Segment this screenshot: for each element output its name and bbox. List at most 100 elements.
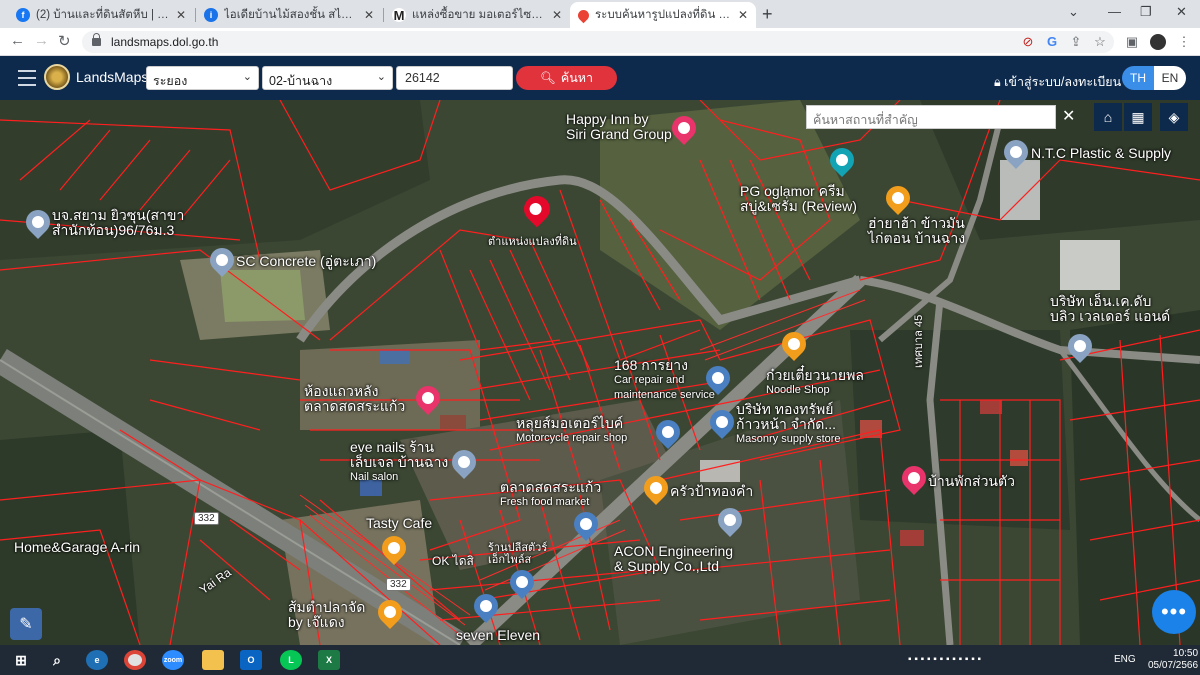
login-link[interactable]: 🔒︎ เข้าสู่ระบบ/ลงทะเบียน xyxy=(994,72,1121,92)
home-icon[interactable]: ⌂ xyxy=(1094,103,1122,131)
side-panel-icon[interactable]: ▣ xyxy=(1124,34,1140,50)
poi-nk-welder: บริษัท เอ็น.เค.ดับ บลิว เวลเดอร์ แอนด์ xyxy=(1050,294,1170,324)
poi-label: Nail salon xyxy=(350,471,399,483)
poi-label: by เจ๊แดง xyxy=(288,614,345,630)
poi-label: Siri Grand Group xyxy=(566,126,672,142)
poi-label: ร้านปลีสตัวร์ xyxy=(488,542,548,554)
back-icon[interactable]: ← xyxy=(10,32,25,49)
zoom-icon[interactable]: zoom xyxy=(162,650,184,670)
lock-icon: 🔒︎ xyxy=(994,75,1001,89)
chat-dots-icon[interactable]: ••• xyxy=(1152,590,1196,634)
layers-icon[interactable]: ◈ xyxy=(1160,103,1188,131)
url-text: landsmaps.dol.go.th xyxy=(111,35,219,49)
poi-pli-store: ร้านปลีสตัวร์ เอ็กไพล์ส xyxy=(488,542,547,566)
excel-icon[interactable]: X xyxy=(318,650,340,670)
minimize-button[interactable]: — xyxy=(1108,4,1121,19)
poi-label: บริษัท เอ็น.เค.ดับ xyxy=(1050,293,1152,309)
maximize-button[interactable]: ❐ xyxy=(1140,4,1152,20)
tab-house-idea[interactable]: i ไอเดียบ้านไม้สองชั้น สไตล์สวนเกษตร ฆ ✕ xyxy=(196,2,382,28)
lang-en-button[interactable]: EN xyxy=(1154,66,1186,90)
new-tab-button[interactable]: + xyxy=(762,4,773,25)
parcel-marker-label: ตำแหน่งแปลงที่ดิน xyxy=(488,236,577,248)
menu-dots-icon[interactable]: ⋮ xyxy=(1176,34,1192,50)
tab-search-icon[interactable]: ⌄ xyxy=(1068,4,1079,20)
poi-somtam: ส้มตำปลาจัด by เจ๊แดง xyxy=(288,600,365,630)
clock[interactable]: 10:50 05/07/2566 xyxy=(1148,648,1198,672)
poi-label: PG oglamor ครีม xyxy=(740,183,845,199)
poi-homestay: บ้านพักส่วนตัว xyxy=(928,473,1015,489)
parcel-number-input[interactable]: 26142 xyxy=(396,66,513,90)
map-view[interactable]: Happy Inn by Siri Grand Group N.T.C Plast… xyxy=(0,100,1200,645)
tray-icons[interactable]: ▪ ▪ ▪ ▪ ▪ ▪ ▪ ▪ ▪ ▪ ▪ ▪ xyxy=(908,654,981,665)
close-icon[interactable]: ✕ xyxy=(1062,106,1075,126)
tab-title: ไอเดียบ้านไม้สองชั้น สไตล์สวนเกษตร ฆ xyxy=(224,9,358,21)
chrome-icon[interactable] xyxy=(124,650,146,670)
tab-facebook[interactable]: f (2) บ้านและที่ดินสัตหีบ | Facebook ✕ xyxy=(8,2,194,28)
profile-avatar-icon[interactable] xyxy=(1150,34,1166,50)
poi-label: ไก่ตอน บ้านฉาง xyxy=(868,230,966,246)
reload-icon[interactable]: ↻ xyxy=(58,32,71,50)
poi-masonry: บริษัท ทองทรัพย์ ก้าวหน้า จำกัด... Masonry… xyxy=(736,402,841,447)
login-label: เข้าสู่ระบบ/ลงทะเบียน xyxy=(1004,75,1122,89)
forward-icon[interactable]: → xyxy=(34,32,49,49)
measure-tools-icon[interactable]: ✎ xyxy=(10,608,42,640)
route-shield-332: 332 xyxy=(194,512,219,525)
poi-louis-motor: หลุยส์มอเตอร์ไบค์ Motorcycle repair shop xyxy=(516,416,627,446)
poi-label: เล็บเจล บ้านฉาง xyxy=(350,454,449,470)
poi-label: Masonry supply store xyxy=(736,433,841,445)
poi-pg-oglamor: PG oglamor ครีม สบู่&เซรั่ม (Review) xyxy=(740,184,857,214)
input-language[interactable]: ENG xyxy=(1114,654,1136,665)
hamburger-menu-icon[interactable] xyxy=(18,70,36,91)
google-icon[interactable]: G xyxy=(1044,34,1060,50)
poi-label: maintenance service xyxy=(614,389,715,401)
tab-motorcycle[interactable]: M แหล่งซื้อขาย มอเตอร์ไซค์ บิ๊กไบค์ มือส… xyxy=(384,2,570,28)
tab-landsmaps[interactable]: ระบบค้นหารูปแปลงที่ดิน (LandsMaps ✕ xyxy=(570,2,756,28)
poi-siam-yiwsun: บจ.สยาม ยิวซุน(สาขา สำนักท้อน)96/76ม.3 xyxy=(52,208,184,238)
poi-sc-concrete: SC Concrete (อู่ตะเภา) xyxy=(236,253,377,269)
close-icon[interactable]: ✕ xyxy=(552,8,562,22)
edge-icon[interactable]: e xyxy=(86,650,108,670)
close-icon[interactable]: ✕ xyxy=(176,8,186,22)
chevron-down-icon: ⌄ xyxy=(376,71,386,83)
windows-start-icon[interactable]: ⊞ xyxy=(10,650,32,670)
poi-label: & Supply Co.,Ltd xyxy=(614,558,720,574)
blocked-icon[interactable]: ⊘ xyxy=(1020,34,1036,50)
poi-krua-pa: ครัวป้าทองคำ xyxy=(670,483,754,499)
search-icon[interactable]: ⌕ xyxy=(46,650,68,670)
bookmark-star-icon[interactable]: ☆ xyxy=(1092,34,1108,50)
close-icon[interactable]: ✕ xyxy=(364,8,374,22)
province-value: ระยอง xyxy=(153,74,188,88)
satellite-map-layer xyxy=(0,100,1200,645)
window-close-button[interactable]: ✕ xyxy=(1176,4,1187,20)
poi-label: สำนักท้อน)96/76ม.3 xyxy=(52,222,175,238)
lang-th-button[interactable]: TH xyxy=(1122,66,1154,90)
address-bar[interactable]: landsmaps.dol.go.th xyxy=(82,31,1114,53)
file-explorer-icon[interactable] xyxy=(202,650,224,670)
close-icon[interactable]: ✕ xyxy=(738,8,748,22)
poi-hayaha: ฮ่ายาฮ้า ข้าวมัน ไก่ตอน บ้านฉาง xyxy=(868,216,965,246)
poi-home-garage: Home&Garage A-rin xyxy=(14,539,141,555)
poi-label: ฮ่ายาฮ้า ข้าวมัน xyxy=(868,215,965,231)
poi-label: สบู่&เซรั่ม (Review) xyxy=(740,198,857,214)
line-icon[interactable]: L xyxy=(280,650,302,670)
poi-label: ตลาดสดสระแก้ว xyxy=(500,479,602,495)
grid-table-icon[interactable]: ▦ xyxy=(1124,103,1152,131)
poi-label: Fresh food market xyxy=(500,496,590,508)
chevron-down-icon: ⌄ xyxy=(242,71,252,83)
district-select[interactable]: 02-บ้านฉาง ⌄ xyxy=(262,66,393,90)
poi-tasty-cafe: Tasty Cafe xyxy=(366,515,433,531)
map-pin-icon xyxy=(575,7,592,23)
poi-label: ก๋วยเตี๋ยวนายพล xyxy=(766,367,864,383)
poi-label: หลุยส์มอเตอร์ไบค์ xyxy=(516,415,624,431)
place-search-input[interactable]: ค้นหาสถานที่สำคัญ xyxy=(806,105,1056,129)
m-site-icon: M xyxy=(392,7,406,23)
search-button[interactable]: 🔍︎ ค้นหา xyxy=(516,66,617,90)
poi-label: 168 การยาง xyxy=(614,357,689,373)
browser-tabstrip: f (2) บ้านและที่ดินสัตหีบ | Facebook ✕ i… xyxy=(0,0,1200,28)
poi-168-tyre: 168 การยาง Car repair and maintenance serv… xyxy=(614,358,715,403)
clock-date: 05/07/2566 xyxy=(1148,660,1199,671)
idea-site-icon: i xyxy=(204,8,218,22)
outlook-icon[interactable]: O xyxy=(240,650,262,670)
share-icon[interactable]: ⇪ xyxy=(1068,34,1084,50)
province-select[interactable]: ระยอง ⌄ xyxy=(146,66,259,90)
